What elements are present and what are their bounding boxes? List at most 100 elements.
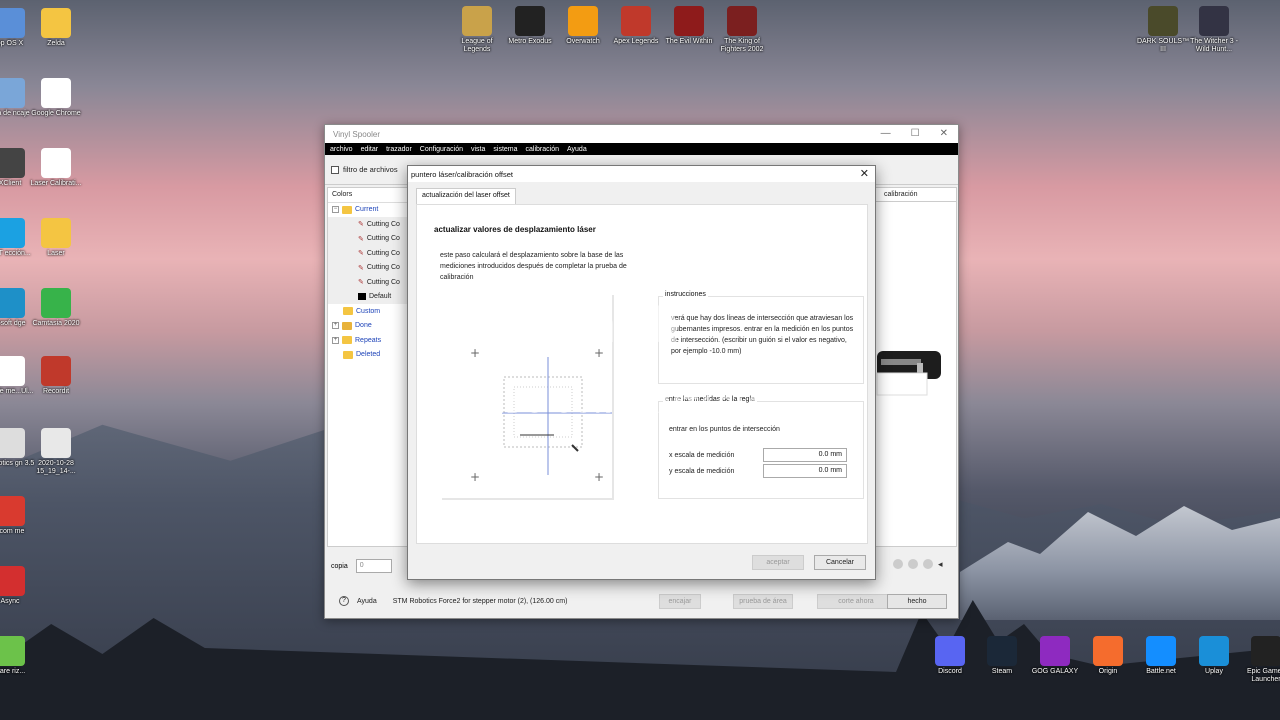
- desktop-shortcut-1[interactable]: Metro Exodus: [502, 6, 558, 46]
- desktop-shortcut-0[interactable]: League of Legends: [449, 6, 505, 54]
- zoom-out-icon[interactable]: [908, 559, 918, 569]
- tree-item-cutting-3[interactable]: ✎ Cutting Co: [328, 246, 412, 261]
- taskbar-app-5-icon: [1199, 636, 1229, 666]
- expand-icon[interactable]: +: [332, 322, 339, 330]
- desktop-left-shortcut-5[interactable]: Laser Calibrati...: [28, 148, 84, 188]
- cancel-button[interactable]: Cancelar: [814, 555, 866, 570]
- tree-node-repeats[interactable]: + Repeats: [328, 333, 412, 348]
- desktop-icon-label: Discord: [938, 668, 962, 675]
- desktop-left-shortcut-7[interactable]: Laser: [28, 218, 84, 258]
- help-icon[interactable]: ?: [339, 596, 349, 606]
- tree-node-current[interactable]: − Current: [328, 203, 412, 218]
- cut-now-button[interactable]: corte ahora: [817, 594, 895, 609]
- desktop-shortcut-2[interactable]: Overwatch: [555, 6, 611, 46]
- maximize-icon[interactable]: ☐: [911, 128, 920, 139]
- arrow-left-icon[interactable]: ◂: [938, 559, 948, 569]
- tree-item-cutting-2[interactable]: ✎ Cutting Co: [328, 231, 412, 246]
- desktop-shortcut-0-icon: [462, 6, 492, 36]
- desktop-left-shortcut-16[interactable]: ware riz...: [0, 636, 38, 676]
- x-scale-input[interactable]: 0.0 mm: [763, 448, 847, 462]
- desktop-shortcut-1-icon: [515, 6, 545, 36]
- filter-checkbox[interactable]: [331, 165, 339, 174]
- accept-button[interactable]: aceptar: [752, 555, 804, 570]
- taskbar-app-3[interactable]: Origin: [1080, 636, 1136, 676]
- y-scale-input[interactable]: 0.0 mm: [763, 464, 847, 478]
- desktop-icon-label: ocom me: [0, 528, 25, 535]
- menu-ayuda[interactable]: Ayuda: [567, 146, 587, 153]
- collapse-icon[interactable]: −: [332, 206, 339, 214]
- desktop-icon-label: Zelda: [47, 40, 65, 47]
- tree-label-deleted: Deleted: [356, 351, 381, 359]
- help-label[interactable]: Ayuda: [357, 598, 377, 605]
- desktop-icon-label: League of Legends: [461, 38, 493, 53]
- desktop-left-shortcut-15-icon: [0, 566, 25, 596]
- desktop-icon-label: The Witcher 3 - Wild Hunt...: [1190, 38, 1238, 53]
- close-icon[interactable]: ✕: [940, 128, 948, 139]
- menu-sistema[interactable]: sistema: [493, 146, 517, 153]
- desktop-left-shortcut-0-icon: [0, 8, 25, 38]
- svg-text:+: +: [594, 470, 604, 484]
- desktop-icon-label: Laser: [47, 250, 65, 257]
- desktop-shortcut-3[interactable]: Apex Legends: [608, 6, 664, 46]
- taskbar-app-6[interactable]: Epic Games Launcher: [1238, 636, 1280, 684]
- desktop-left-shortcut-9[interactable]: Camtasia 2020: [28, 288, 84, 328]
- tree-item-default[interactable]: Default: [328, 289, 412, 304]
- encajar-button[interactable]: encajar: [659, 594, 701, 609]
- taskbar-app-5[interactable]: Uplay: [1186, 636, 1242, 676]
- cut-job-icon: ✎: [358, 250, 364, 258]
- tree-item-label: Cutting Co: [366, 220, 400, 228]
- menu-archivo[interactable]: archivo: [330, 146, 353, 153]
- desktop-icon-label: Metro Exodus: [508, 38, 552, 45]
- dialog-close-icon[interactable]: ✕: [860, 167, 869, 180]
- desktop-icon-label: Overwatch: [566, 38, 600, 45]
- tree-node-custom[interactable]: Custom: [328, 304, 412, 319]
- taskbar-app-1[interactable]: Steam: [974, 636, 1030, 676]
- desktop-shortcut-4[interactable]: The Evil Within: [661, 6, 717, 46]
- desktop-icon-label: Origin: [1098, 668, 1118, 675]
- copy-spinner[interactable]: 0: [355, 559, 392, 573]
- cut-job-icon: ✎: [358, 279, 364, 287]
- desktop-left-shortcut-14-icon: [0, 496, 25, 526]
- tree-item-cutting-5[interactable]: ✎ Cutting Co: [328, 275, 412, 290]
- desktop-left-shortcut-11[interactable]: Recordit: [28, 356, 84, 396]
- desktop-shortcut-6[interactable]: DARK SOULS™ III: [1135, 6, 1191, 54]
- desktop-icon-label: Camtasia 2020: [32, 320, 80, 327]
- expand-icon[interactable]: +: [332, 336, 339, 344]
- filter-label: filtro de archivos: [343, 165, 398, 174]
- menu-calibracion[interactable]: calibración: [526, 146, 559, 153]
- calibration-tab-label: calibración: [884, 191, 918, 198]
- menu-editar[interactable]: editar: [361, 146, 379, 153]
- desktop-left-shortcut-13[interactable]: 2020-10-28 15_19_14-...: [28, 428, 84, 476]
- taskbar-app-2[interactable]: GOG GALAXY: [1027, 636, 1083, 676]
- desktop-shortcut-7[interactable]: The Witcher 3 - Wild Hunt...: [1186, 6, 1242, 54]
- zoom-fit-icon[interactable]: [923, 559, 933, 569]
- calibration-tab[interactable]: calibración: [876, 188, 956, 202]
- tree-item-label: Cutting Co: [366, 235, 400, 243]
- desktop-shortcut-5-icon: [727, 6, 757, 36]
- menu-vista[interactable]: vista: [471, 146, 485, 153]
- desktop-left-shortcut-1[interactable]: Zelda: [28, 8, 84, 48]
- minimize-icon[interactable]: —: [881, 128, 891, 139]
- zoom-in-icon[interactable]: [893, 559, 903, 569]
- vinyl-spooler-titlebar: Vinyl Spooler — ☐ ✕: [325, 125, 958, 143]
- done-button[interactable]: hecho: [887, 594, 947, 609]
- tree-node-deleted[interactable]: Deleted: [328, 348, 412, 363]
- tree-node-done[interactable]: + Done: [328, 319, 412, 334]
- desktop-left-shortcut-8-icon: [0, 288, 25, 318]
- desktop-left-shortcut-3[interactable]: Google Chrome: [28, 78, 84, 118]
- menu-trazador[interactable]: trazador: [386, 146, 412, 153]
- tab-laser-offset-update[interactable]: actualización del laser offset: [416, 188, 516, 204]
- desktop-left-shortcut-4-icon: [0, 148, 25, 178]
- dialog-panel: actualizar valores de desplazamiento lás…: [416, 204, 868, 544]
- desktop-shortcut-5[interactable]: The King of Fighters 2002: [714, 6, 770, 54]
- desktop-left-shortcut-15[interactable]: Async: [0, 566, 38, 606]
- tree-item-cutting-4[interactable]: ✎ Cutting Co: [328, 260, 412, 275]
- tree-item-cutting-1[interactable]: ✎ Cutting Co: [328, 217, 412, 232]
- desktop-shortcut-6-icon: [1148, 6, 1178, 36]
- taskbar-app-0[interactable]: Discord: [922, 636, 978, 676]
- test-area-button[interactable]: prueba de área: [733, 594, 793, 609]
- menu-configuracion[interactable]: Configuración: [420, 146, 463, 153]
- desktop-left-shortcut-14[interactable]: ocom me: [0, 496, 38, 536]
- tree-header: Colors: [328, 188, 412, 203]
- taskbar-app-4[interactable]: Battle.net: [1133, 636, 1189, 676]
